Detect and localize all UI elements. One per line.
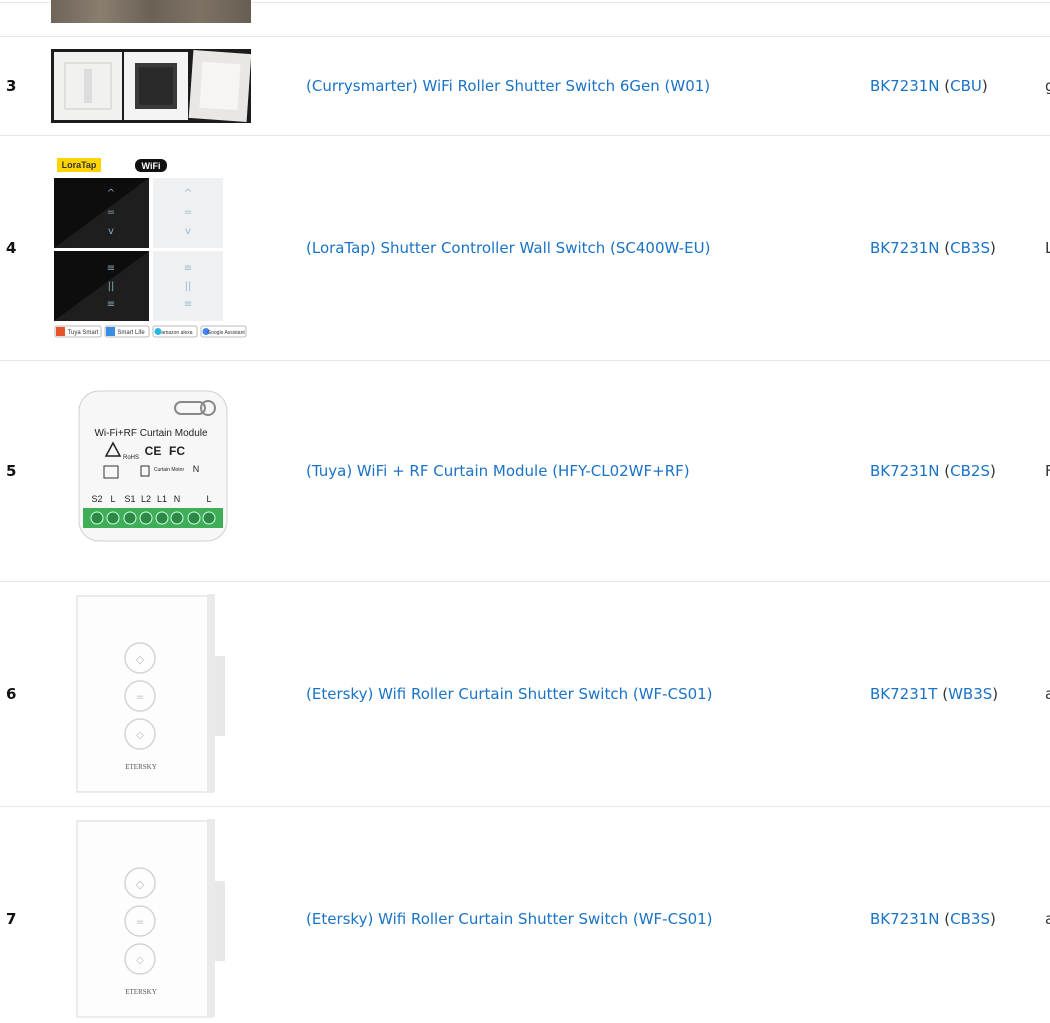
badge-tuya: Tuya Smart [68, 330, 99, 336]
svg-text:^: ^ [107, 188, 115, 199]
module-link[interactable]: WB3S [948, 685, 992, 703]
extra-cell: F [1045, 462, 1050, 480]
table-row: 6 ◇ = ◇ ETERSKY (Etersky) Wifi Roller Cu… [0, 582, 1050, 807]
svg-text:≡: ≡ [107, 263, 115, 274]
terminal-label: S1 [124, 494, 135, 504]
svg-text:||: || [108, 281, 115, 292]
svg-text:◇: ◇ [136, 653, 145, 666]
chip-link[interactable]: BK7231N [870, 239, 940, 257]
product-link[interactable]: (Etersky) Wifi Roller Curtain Shutter Sw… [306, 910, 713, 928]
table-row: 7 ◇ = ◇ ETERSKY (Etersky) Wifi Roller Cu… [0, 807, 1050, 1023]
badge-alexa: amazon alexa [161, 330, 192, 336]
extra-cell: a [1045, 910, 1050, 928]
fc-mark: FC [169, 444, 185, 458]
terminal-label: L [206, 494, 211, 504]
svg-text:=: = [136, 917, 144, 928]
table-row [0, 0, 1050, 37]
chip-link[interactable]: BK7231N [870, 910, 940, 928]
terminal-label: L2 [141, 494, 151, 504]
svg-text:^: ^ [184, 188, 192, 199]
chip-link[interactable]: BK7231N [870, 77, 940, 95]
wifi-text: WiFi [142, 161, 161, 171]
motor-label: Curtain Motor [154, 467, 185, 473]
table-row: 4 LoraTap WiFi ^ = v ^ = v ≡ || ≡ ≡ || ≡ [0, 136, 1050, 361]
module-link[interactable]: CB3S [950, 910, 990, 928]
product-link[interactable]: (Currysmarter) WiFi Roller Shutter Switc… [306, 77, 710, 95]
loratap-brand-text: LoraTap [62, 160, 97, 170]
terminal-label: L1 [157, 494, 167, 504]
terminal-label: S2 [91, 494, 102, 504]
svg-text:=: = [136, 692, 144, 703]
row-number: 7 [6, 910, 17, 928]
chip-cell: BK7231T (WB3S) [870, 685, 999, 703]
svg-text:≡: ≡ [184, 299, 192, 310]
rohs-mark: RoHS [123, 455, 139, 461]
badge-smartlife: Smart Life [117, 330, 145, 336]
svg-text:v: v [108, 226, 114, 237]
chip-link[interactable]: BK7231N [870, 462, 940, 480]
extra-cell: L [1045, 239, 1050, 257]
row-number: 3 [6, 77, 17, 95]
chip-cell: BK7231N (CB2S) [870, 462, 996, 480]
svg-text:◇: ◇ [136, 730, 144, 741]
terminal-label: N [174, 494, 181, 504]
module-title: Wi-Fi+RF Curtain Module [94, 428, 208, 439]
product-link[interactable]: (LoraTap) Shutter Controller Wall Switch… [306, 239, 710, 257]
extra-cell: a [1045, 685, 1050, 703]
ce-mark: CE [145, 444, 162, 458]
product-image-etersky: ◇ = ◇ ETERSKY [51, 817, 251, 1022]
etersky-brand: ETERSKY [125, 763, 157, 771]
svg-text:v: v [185, 226, 191, 237]
product-image-etersky: ◇ = ◇ ETERSKY [51, 592, 251, 797]
chip-link[interactable]: BK7231T [870, 685, 937, 703]
terminal-label: L [110, 494, 115, 504]
svg-text:=: = [107, 207, 115, 218]
svg-text:||: || [185, 281, 192, 292]
product-image-partial [51, 0, 251, 23]
row-number: 4 [6, 239, 17, 257]
module-link[interactable]: CB3S [950, 239, 990, 257]
svg-text:=: = [184, 207, 192, 218]
extra-cell: g [1045, 77, 1050, 95]
product-image-currysmarter [51, 49, 251, 123]
terminal-label: N [193, 464, 200, 474]
svg-text:≡: ≡ [184, 263, 192, 274]
badge-google: Google Assistant [207, 330, 245, 336]
chip-cell: BK7231N (CB3S) [870, 239, 996, 257]
svg-text:◇: ◇ [136, 878, 145, 891]
module-link[interactable]: CB2S [950, 462, 990, 480]
table-row: 3 (Currysmarter) WiFi Roller Shutter Swi… [0, 37, 1050, 136]
chip-cell: BK7231N (CB3S) [870, 910, 996, 928]
product-link[interactable]: (Etersky) Wifi Roller Curtain Shutter Sw… [306, 685, 713, 703]
etersky-brand: ETERSKY [125, 988, 157, 996]
row-number: 6 [6, 685, 17, 703]
table-row: 5 Wi-Fi+RF Curtain Module RoHS CE FC Cur… [0, 361, 1050, 582]
chip-cell: BK7231N (CBU) [870, 77, 988, 95]
row-number: 5 [6, 462, 17, 480]
module-link[interactable]: CBU [950, 77, 982, 95]
product-link[interactable]: (Tuya) WiFi + RF Curtain Module (HFY-CL0… [306, 462, 690, 480]
svg-text:≡: ≡ [107, 299, 115, 310]
svg-text:◇: ◇ [136, 955, 144, 966]
product-image-loratap: LoraTap WiFi ^ = v ^ = v ≡ || ≡ ≡ || ≡ T… [51, 154, 251, 344]
product-image-tuya-module: Wi-Fi+RF Curtain Module RoHS CE FC Curta… [51, 386, 251, 556]
